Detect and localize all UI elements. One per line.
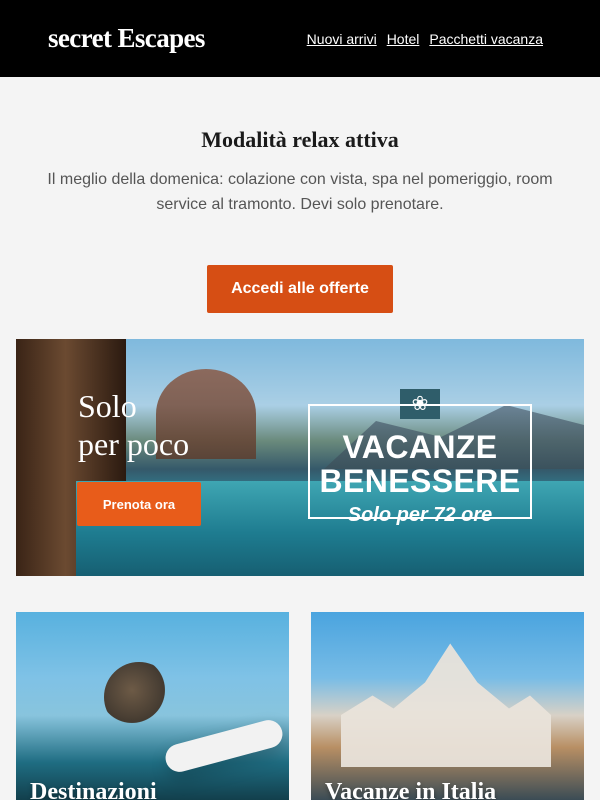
card-destinazioni[interactable]: Destinazioni: [16, 612, 289, 800]
card-title-vacanze-italia: Vacanze in Italia: [325, 779, 497, 800]
venice-church-image: [341, 643, 551, 767]
palm-icon: [104, 662, 174, 732]
banner-offer-box: VACANZE BENESSERE Solo per 72 ore: [308, 404, 532, 526]
book-now-button[interactable]: Prenota ora: [77, 482, 201, 526]
intro-section: Modalità relax attiva Il meglio della do…: [0, 77, 600, 313]
intro-text: Il meglio della domenica: colazione con …: [47, 171, 553, 213]
secret-escapes-logo[interactable]: secret Escapes: [48, 23, 205, 54]
card-title-destinazioni: Destinazioni: [30, 779, 157, 800]
wellness-banner[interactable]: Solo per poco Prenota ora ❀ VACANZE BENE…: [16, 339, 584, 576]
top-nav: Nuovi arrivi Hotel Pacchetti vacanza: [307, 31, 543, 47]
intro-title: Modalità relax attiva: [201, 127, 399, 152]
card-vacanze-italia[interactable]: Vacanze in Italia: [311, 612, 584, 800]
access-offers-button[interactable]: Accedi alle offerte: [207, 265, 393, 313]
nav-nuovi-arrivi[interactable]: Nuovi arrivi: [307, 31, 377, 47]
header: secret Escapes Nuovi arrivi Hotel Pacche…: [0, 0, 600, 77]
nav-pacchetti-vacanza[interactable]: Pacchetti vacanza: [429, 31, 543, 47]
cta-wrap: Accedi alle offerte: [0, 265, 600, 313]
banner-title: VACANZE BENESSERE: [319, 429, 521, 499]
offer-cards: Destinazioni Vacanze in Italia: [16, 612, 584, 800]
nav-hotel[interactable]: Hotel: [387, 31, 420, 47]
banner-subtitle: Solo per 72 ore: [347, 504, 493, 526]
banner-headline: Solo per poco: [78, 388, 190, 462]
plane-icon: [162, 716, 286, 776]
